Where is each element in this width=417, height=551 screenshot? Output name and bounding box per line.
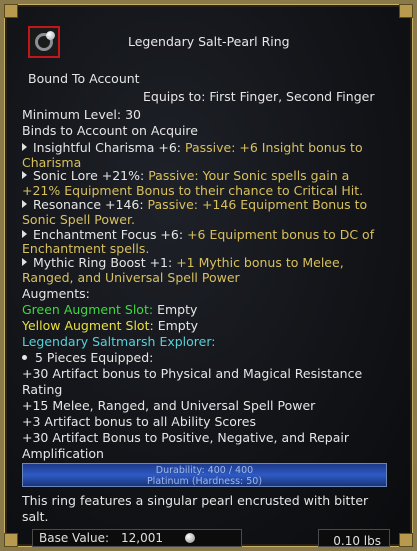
set-bonus-line: +30 Artifact bonus to Physical and Magic… — [22, 366, 363, 381]
augment-slot-value: Empty — [157, 302, 198, 317]
material-text: Platinum (Hardness: 50) — [146, 476, 263, 487]
set-bonus-line: +30 Artifact Bonus to Positive, Negative… — [22, 430, 349, 445]
footer-bar: Base Value: 12,001 0.10 lbs — [24, 529, 392, 548]
green-augment-slot: Green Augment Slot: Empty — [22, 302, 197, 317]
effect-desc: +1 Mythic bonus to Melee, — [176, 255, 344, 270]
yellow-augment-slot: Yellow Augment Slot: Empty — [22, 318, 198, 333]
effect-desc: Passive: Your Sonic spells gain a — [148, 168, 350, 183]
bullet-dot-icon — [22, 355, 27, 360]
item-weight: 0.10 lbs — [333, 534, 381, 548]
bullet-triangle-icon — [22, 258, 27, 266]
effect-desc-cont: Ranged, and Universal Spell Power — [22, 270, 240, 285]
augment-slot-label: Yellow Augment Slot: — [22, 318, 154, 333]
bullet-triangle-icon — [22, 171, 27, 179]
bullet-triangle-icon — [22, 200, 27, 208]
set-bonus-line: Amplification — [22, 446, 104, 461]
augments-header: Augments: — [22, 286, 90, 301]
weight-box: 0.10 lbs — [318, 529, 390, 548]
effect-line: Insightful Charisma +6: Passive: +6 Insi… — [22, 140, 363, 155]
frame-corner — [399, 4, 413, 18]
set-name: Legendary Saltmarsh Explorer: — [22, 334, 216, 349]
effect-name: Sonic Lore +21%: — [33, 168, 145, 183]
minimum-level: Minimum Level: 30 — [22, 107, 141, 122]
set-bonus-line: +15 Melee, Ranged, and Universal Spell P… — [22, 398, 316, 413]
set-bonus-line: +3 Artifact bonus to all Ability Scores — [22, 414, 256, 429]
item-title: Legendary Salt-Pearl Ring — [128, 34, 290, 49]
frame-corner — [399, 533, 413, 547]
base-value-label: Base Value: — [39, 531, 110, 545]
set-bonus-line: Rating — [22, 382, 63, 397]
binds-on-acquire: Binds to Account on Acquire — [22, 123, 198, 138]
effect-desc: Passive: +6 Insight bonus to — [185, 140, 363, 155]
frame-corner — [4, 533, 18, 547]
base-value: 12,001 — [121, 531, 163, 545]
effect-desc-cont: +21% Equipment Bonus to their chance to … — [22, 183, 364, 198]
effect-line: Resonance +146: Passive: +146 Equipment … — [22, 197, 367, 212]
augment-slot-value: Empty — [157, 318, 198, 333]
durability-text: Durability: 400 / 400 — [155, 465, 254, 476]
item-description: This ring features a singular pearl encr… — [22, 493, 369, 508]
effect-line: Mythic Ring Boost +1: +1 Mythic bonus to… — [22, 255, 344, 270]
effect-desc-cont: Enchantment spells. — [22, 241, 150, 256]
coin-icon — [185, 533, 195, 543]
effect-line: Enchantment Focus +6: +6 Equipment bonus… — [22, 227, 374, 242]
frame-corner — [4, 4, 18, 18]
pearl — [46, 31, 55, 40]
effect-name: Enchantment Focus +6: — [33, 227, 184, 242]
base-value-box: Base Value: 12,001 — [32, 529, 242, 547]
augment-slot-label: Green Augment Slot: — [22, 302, 154, 317]
effect-desc: Passive: +146 Equipment Bonus to — [147, 197, 368, 212]
set-pieces: 5 Pieces Equipped: — [22, 350, 153, 365]
set-pieces-label: 5 Pieces Equipped: — [35, 350, 154, 365]
effect-line: Sonic Lore +21%: Passive: Your Sonic spe… — [22, 168, 349, 183]
item-description: salt. — [22, 509, 49, 524]
effect-name: Mythic Ring Boost +1: — [33, 255, 173, 270]
bound-status: Bound To Account — [28, 71, 140, 86]
bullet-triangle-icon — [22, 230, 27, 238]
effect-desc-cont: Sonic Spell Power. — [22, 212, 135, 227]
bullet-triangle-icon — [22, 143, 27, 151]
pearl-ring-icon — [28, 26, 60, 58]
effect-name: Resonance +146: — [33, 197, 144, 212]
effect-name: Insightful Charisma +6: — [33, 140, 182, 155]
equip-slots: Equips to: First Finger, Second Finger — [143, 89, 375, 104]
durability-bar: Durability: 400 / 400 Platinum (Hardness… — [22, 463, 387, 487]
effect-desc: +6 Equipment bonus to DC of — [187, 227, 375, 242]
